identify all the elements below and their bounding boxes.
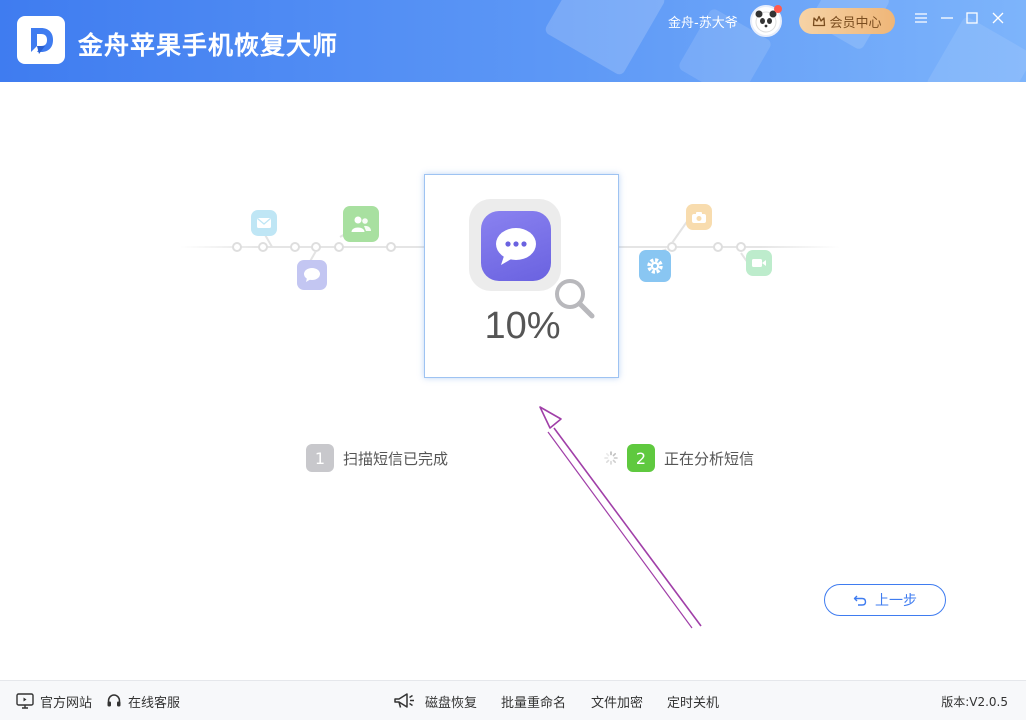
timeline-node <box>258 242 268 252</box>
chat-icon <box>297 260 327 290</box>
vip-center-label: 会员中心 <box>829 15 882 31</box>
message-bubble-icon <box>481 211 551 281</box>
maximize-button[interactable] <box>964 10 980 26</box>
file-encryption-label: 文件加密 <box>591 695 644 711</box>
maximize-icon <box>966 12 978 24</box>
minimize-icon <box>941 17 953 19</box>
timeline-node <box>232 242 242 252</box>
menu-icon <box>915 13 927 23</box>
user-name[interactable]: 金舟-苏大爷 <box>668 12 738 31</box>
file-encryption-link[interactable]: 文件加密 <box>591 681 643 720</box>
step-1-label: 扫描短信已完成 <box>343 449 449 468</box>
back-button-label: 上一步 <box>875 593 917 609</box>
title-bar: 金舟苹果手机恢复大师 金舟-苏大爷 会员中心 <box>0 0 1026 82</box>
vip-center-button[interactable]: 会员中心 <box>799 8 895 34</box>
scan-progress-percent: 10% <box>484 305 561 347</box>
disk-recovery-label: 磁盘恢复 <box>425 695 478 711</box>
contacts-icon <box>343 206 379 242</box>
camera-icon <box>686 204 712 230</box>
timeline-node <box>736 242 746 252</box>
batch-rename-label: 批量重命名 <box>501 695 567 711</box>
undo-arrow-icon <box>853 595 867 606</box>
step-1-number: 1 <box>306 444 334 472</box>
scheduled-shutdown-label: 定时关机 <box>667 695 720 711</box>
step-1: 1 扫描短信已完成 <box>306 444 448 472</box>
logo-icon <box>31 28 53 54</box>
disk-recovery-link[interactable]: 磁盘恢复 <box>393 681 477 720</box>
monitor-icon <box>16 693 34 709</box>
notification-badge <box>774 5 782 13</box>
menu-button[interactable] <box>913 10 929 26</box>
batch-rename-link[interactable]: 批量重命名 <box>501 681 566 720</box>
official-website-label: 官方网站 <box>40 695 93 711</box>
headset-icon <box>107 694 121 707</box>
timeline-node <box>334 242 344 252</box>
timeline-node <box>386 242 396 252</box>
close-button[interactable] <box>990 10 1006 26</box>
minimize-button[interactable] <box>939 10 955 26</box>
app-title: 金舟苹果手机恢复大师 <box>78 31 339 60</box>
message-app-tile <box>469 199 561 291</box>
online-support-link[interactable]: 在线客服 <box>106 681 180 720</box>
mail-icon <box>251 210 277 236</box>
header-decoration <box>543 0 667 77</box>
online-support-label: 在线客服 <box>128 695 181 711</box>
timeline-node <box>713 242 723 252</box>
video-icon <box>746 250 772 276</box>
timeline-node <box>290 242 300 252</box>
back-button[interactable]: 上一步 <box>824 584 946 616</box>
settings-icon <box>639 250 671 282</box>
scheduled-shutdown-link[interactable]: 定时关机 <box>667 681 719 720</box>
crown-icon <box>813 15 826 27</box>
annotation-arrow <box>539 406 702 629</box>
version-label: 版本:V2.0.5 <box>941 694 1008 709</box>
megaphone-icon <box>394 693 414 708</box>
app-logo <box>17 16 65 64</box>
footer-bar: 官方网站 在线客服 磁盘恢复 批量重命名 文件加密 定时关机 版本:V2.0.5 <box>0 680 1026 720</box>
avatar[interactable] <box>750 5 782 37</box>
scan-progress-card: 10% <box>424 174 619 378</box>
close-icon <box>992 12 1004 24</box>
official-website-link[interactable]: 官方网站 <box>16 681 92 720</box>
